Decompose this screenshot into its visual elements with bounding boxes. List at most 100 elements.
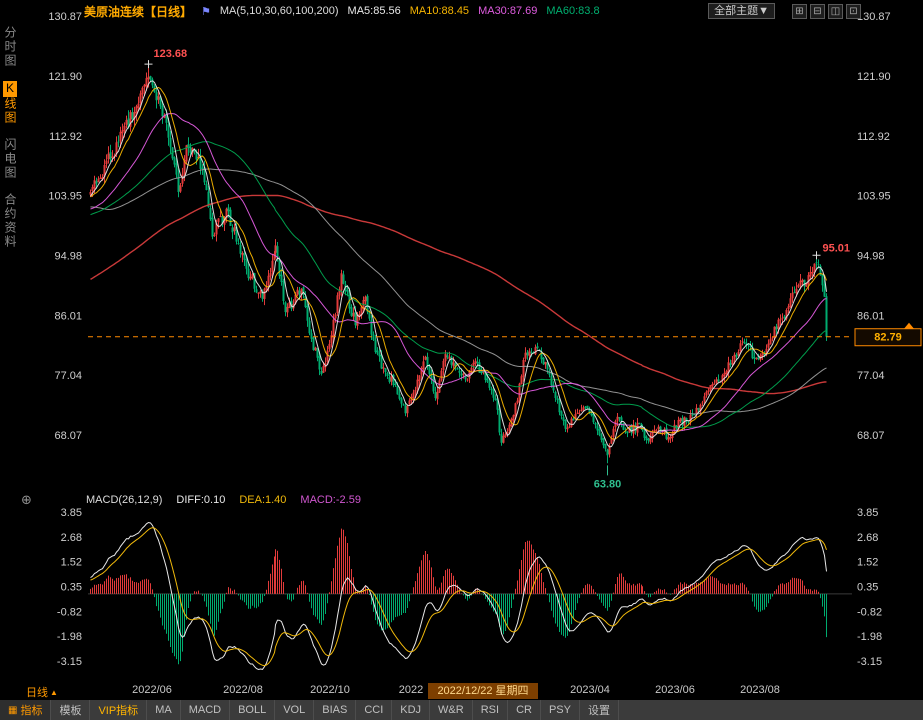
svg-text:1.52: 1.52: [61, 557, 82, 569]
macd-indicator-header: MACD(26,12,9) DIFF:0.10 DEA:1.40 MACD:-2…: [86, 494, 361, 506]
svg-text:-3.15: -3.15: [57, 656, 82, 668]
layout-grid-icon[interactable]: ⊞: [792, 4, 807, 19]
svg-text:-0.82: -0.82: [57, 606, 82, 618]
macd-dea-value: DEA:1.40: [239, 494, 286, 506]
tab-cci[interactable]: CCI: [356, 700, 392, 720]
tab-label: 模板: [59, 702, 81, 718]
svg-text:86.01: 86.01: [54, 310, 82, 322]
svg-text:112.92: 112.92: [857, 131, 890, 143]
time-axis-tick: 2023/04: [570, 684, 610, 696]
tab-indicator[interactable]: ▦指标: [0, 700, 51, 720]
svg-text:95.01: 95.01: [823, 242, 851, 254]
svg-text:-0.82: -0.82: [857, 606, 882, 618]
tab-label: RSI: [481, 704, 499, 716]
tab-bias[interactable]: BIAS: [314, 700, 356, 720]
chevron-up-icon: ▲: [50, 688, 58, 697]
ma-value: MA60:83.8: [546, 5, 599, 17]
tab-cr[interactable]: CR: [508, 700, 541, 720]
svg-text:103.95: 103.95: [857, 191, 891, 203]
sidebar-item-char: 分: [3, 26, 17, 40]
sidebar-item-char: 图: [3, 166, 17, 180]
tab-kdj[interactable]: KDJ: [392, 700, 430, 720]
tab-label: BIAS: [322, 704, 347, 716]
time-axis-tick: 2023/06: [655, 684, 695, 696]
svg-text:1.52: 1.52: [857, 557, 878, 569]
time-axis-tick: 2022/10: [310, 684, 350, 696]
tab-label: W&R: [438, 704, 464, 716]
svg-text:82.79: 82.79: [874, 332, 902, 344]
svg-text:-3.15: -3.15: [857, 656, 882, 668]
ma-value: MA30:87.69: [478, 5, 537, 17]
ma-legend: MA(5,10,30,60,100,200): [220, 5, 339, 17]
sidebar-item-char: 闪: [3, 138, 17, 152]
layout-columns-icon[interactable]: ◫: [828, 4, 843, 19]
svg-text:-1.98: -1.98: [857, 631, 882, 643]
svg-text:68.07: 68.07: [54, 430, 82, 442]
tab-label: 指标: [20, 702, 42, 718]
tab-ma[interactable]: MA: [147, 700, 181, 720]
sidebar-item-kline-chart[interactable]: K线图: [3, 81, 17, 125]
indicator-grid-icon: ▦: [8, 705, 17, 716]
svg-text:0.35: 0.35: [61, 582, 82, 594]
svg-text:121.90: 121.90: [48, 71, 82, 83]
flag-icon: ⚑: [201, 5, 211, 18]
time-axis-tick: 2022: [399, 684, 423, 696]
sidebar-item-time-chart[interactable]: 分时图: [3, 26, 17, 68]
svg-text:112.92: 112.92: [49, 131, 82, 143]
tab-macd[interactable]: MACD: [181, 700, 230, 720]
sidebar-item-char: 合: [3, 193, 17, 207]
sidebar-item-char: K: [3, 81, 17, 97]
tab-label: VIP指标: [98, 702, 138, 718]
svg-text:3.85: 3.85: [61, 507, 82, 519]
chart-type-sidebar: 分时图K线图闪电图合约资料: [0, 26, 20, 249]
selected-date-box: 2022/12/22 星期四: [428, 683, 538, 699]
tab-label: PSY: [549, 704, 571, 716]
time-axis-tick: 2023/08: [740, 684, 780, 696]
macd-diff-value: DIFF:0.10: [176, 494, 225, 506]
topbar: 美原油连续【日线】 ⚑ MA(5,10,30,60,100,200) MA5:8…: [0, 2, 923, 20]
svg-text:94.98: 94.98: [54, 251, 82, 263]
layout-rows-icon[interactable]: ⊟: [810, 4, 825, 19]
theme-selector-button[interactable]: 全部主题▼: [708, 3, 775, 19]
svg-text:63.80: 63.80: [594, 478, 622, 490]
time-axis-tick: 2022/06: [132, 684, 172, 696]
svg-text:2.68: 2.68: [61, 532, 82, 544]
tab-label: KDJ: [400, 704, 421, 716]
sidebar-item-char: 资: [3, 221, 17, 235]
sidebar-item-flash-chart[interactable]: 闪电图: [3, 138, 17, 180]
tab-vol[interactable]: VOL: [275, 700, 314, 720]
tab-label: MACD: [189, 704, 221, 716]
svg-text:3.85: 3.85: [857, 507, 878, 519]
crosshair-tool-icon[interactable]: ⊕: [21, 492, 32, 508]
period-label: 日线: [26, 687, 48, 699]
tab-label: BOLL: [238, 704, 266, 716]
time-axis-tick: 2022/08: [223, 684, 263, 696]
tab-psy[interactable]: PSY: [541, 700, 580, 720]
layout-single-icon[interactable]: ⊡: [846, 4, 861, 19]
tab-settings[interactable]: 设置: [580, 700, 619, 720]
svg-text:68.07: 68.07: [857, 430, 885, 442]
svg-text:94.98: 94.98: [857, 251, 885, 263]
tab-wr[interactable]: W&R: [430, 700, 473, 720]
tab-template[interactable]: 模板: [51, 700, 90, 720]
sidebar-item-char: 图: [3, 54, 17, 68]
tab-vip-indicator[interactable]: VIP指标: [90, 700, 147, 720]
period-selector[interactable]: 日线▲: [26, 684, 58, 700]
svg-text:86.01: 86.01: [857, 310, 885, 322]
macd-params-label: MACD(26,12,9): [86, 494, 162, 506]
ma-value: MA5:85.56: [348, 5, 401, 17]
sidebar-item-char: 约: [3, 207, 17, 221]
svg-text:2.68: 2.68: [857, 532, 878, 544]
futures-charting-app: 130.87130.87121.90121.90112.92112.92103.…: [0, 0, 923, 720]
sidebar-item-char: 电: [3, 152, 17, 166]
tab-rsi[interactable]: RSI: [473, 700, 508, 720]
sidebar-item-char: 时: [3, 40, 17, 54]
candlestick-chart-canvas[interactable]: 130.87130.87121.90121.90112.92112.92103.…: [0, 0, 923, 720]
sidebar-item-contract-info[interactable]: 合约资料: [3, 193, 17, 249]
tab-boll[interactable]: BOLL: [230, 700, 275, 720]
svg-text:123.68: 123.68: [154, 48, 188, 60]
svg-text:121.90: 121.90: [857, 71, 891, 83]
sidebar-item-char: 料: [3, 235, 17, 249]
tab-label: MA: [155, 704, 172, 716]
sidebar-item-char: 线: [3, 97, 17, 111]
